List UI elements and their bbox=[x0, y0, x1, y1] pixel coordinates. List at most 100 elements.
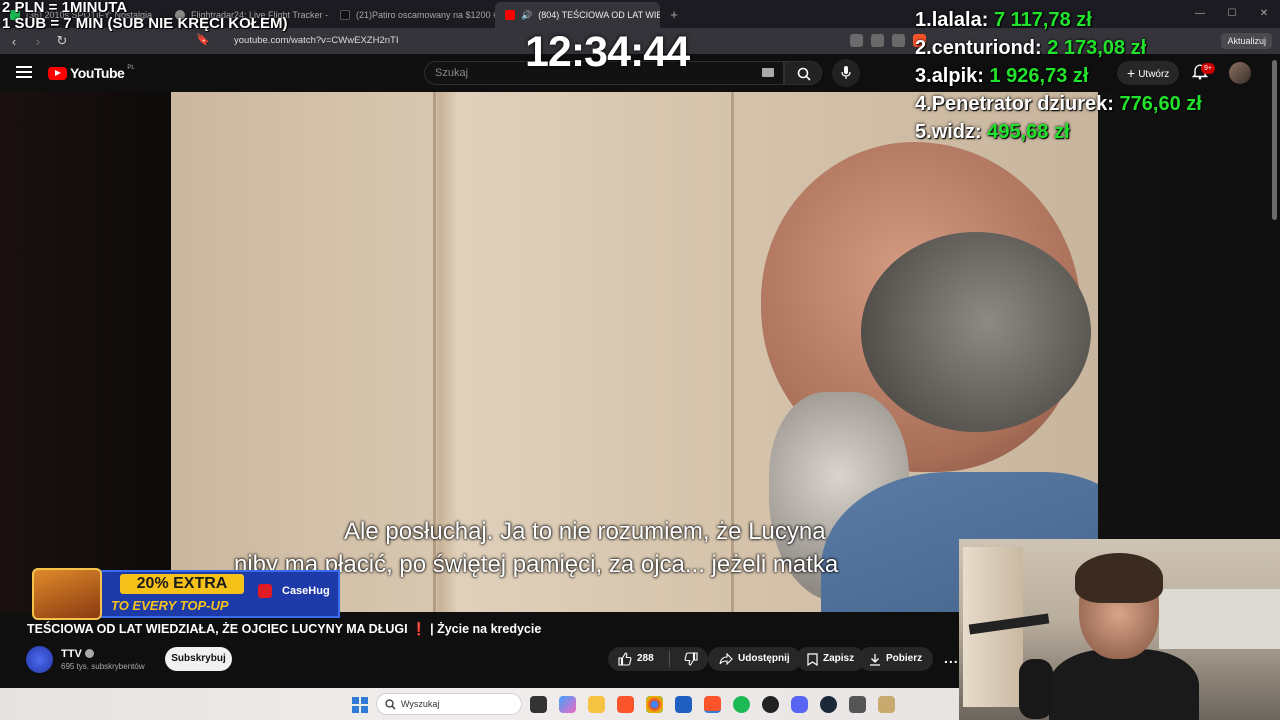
rank: 5. bbox=[915, 121, 932, 143]
donor-name: centuriond: bbox=[931, 37, 1042, 59]
speaker-icon: 🔊 bbox=[521, 9, 533, 20]
bookmark-icon[interactable]: 🔖 bbox=[196, 33, 210, 46]
verified-icon bbox=[84, 649, 94, 658]
youtube-logo-text: YouTube bbox=[70, 65, 125, 81]
donation-rate-overlay: 2 PLN = 1MINUTA 1 SUB = 7 MIN (SUB NIE K… bbox=[2, 0, 287, 32]
file-explorer-icon[interactable] bbox=[588, 696, 605, 713]
taskbar-apps bbox=[530, 696, 895, 713]
donor-name: lalala: bbox=[931, 9, 989, 31]
chrome-icon[interactable] bbox=[646, 696, 663, 713]
channel-name[interactable]: TTV bbox=[61, 648, 94, 660]
webcam-feed bbox=[959, 539, 1280, 720]
webcam-cabinet bbox=[1159, 589, 1280, 649]
leaderboard-row: 4.Penetrator dziurek: 776,60 zł bbox=[915, 90, 1202, 118]
avatar[interactable] bbox=[1229, 62, 1251, 84]
save-label: Zapisz bbox=[823, 653, 855, 664]
leaderboard-row: 5.widz: 495,68 zł bbox=[915, 118, 1202, 146]
tab-title: (804) TEŚCIOWA OD LAT WIE bbox=[538, 10, 660, 20]
subscribe-button[interactable]: Subskrybuj bbox=[165, 647, 232, 671]
video-title-text: TEŚCIOWA OD LAT WIEDZIAŁA, ŻE OJCIEC LUC… bbox=[27, 622, 408, 636]
channel-avatar[interactable] bbox=[26, 646, 53, 673]
thumbs-down-icon bbox=[684, 652, 698, 666]
donation-amount: 2 173,08 zł bbox=[1047, 37, 1147, 59]
promo-brand: CaseHug bbox=[282, 585, 330, 597]
browser-tab-active[interactable]: 🔊(804) TEŚCIOWA OD LAT WIE✕ bbox=[495, 2, 660, 28]
close-window-icon[interactable]: ✕ bbox=[1248, 0, 1280, 28]
brave-active-icon[interactable] bbox=[704, 696, 721, 713]
maximize-icon[interactable]: ☐ bbox=[1216, 0, 1248, 28]
promo-banner: 20% EXTRA TO EVERY TOP-UP CaseHug bbox=[30, 566, 342, 622]
microphone bbox=[1019, 659, 1053, 719]
windows-taskbar: Wyszukaj bbox=[0, 688, 959, 720]
store-icon[interactable] bbox=[675, 696, 692, 713]
steam-icon[interactable] bbox=[820, 696, 837, 713]
screen-icon[interactable] bbox=[850, 34, 863, 47]
task-view-icon[interactable] bbox=[530, 696, 547, 713]
rate-line-1: 2 PLN = 1MINUTA bbox=[2, 0, 128, 16]
treasure-chest-icon bbox=[32, 568, 102, 620]
share-label: Udostępnij bbox=[738, 653, 790, 664]
windows-start-icon[interactable] bbox=[352, 697, 368, 713]
back-icon[interactable]: ‹ bbox=[4, 34, 24, 49]
leaderboard-row: 1.lalala: 7 117,78 zł bbox=[915, 6, 1202, 34]
exclamation-icon: ❗ bbox=[411, 622, 427, 636]
discord-icon[interactable] bbox=[791, 696, 808, 713]
donation-amount: 776,60 zł bbox=[1119, 93, 1202, 115]
tab-title: (21)Patiro oscamowany na $1200 #pa bbox=[356, 10, 495, 20]
streamer-hair bbox=[1075, 553, 1163, 603]
youtube-logo[interactable]: YouTube PL bbox=[48, 65, 135, 81]
download-button[interactable]: Pobierz bbox=[858, 647, 934, 671]
promo-headline: 20% EXTRA bbox=[120, 574, 244, 594]
obs-icon[interactable] bbox=[762, 696, 779, 713]
subathon-timer: 12:34:44 bbox=[525, 28, 690, 76]
brand-name: CaseHug bbox=[282, 585, 330, 597]
like-dislike-group: 288 bbox=[608, 647, 708, 671]
rate-line-2: 1 SUB = 7 MIN (SUB NIE KRĘCI KOŁEM) bbox=[2, 15, 288, 32]
share-icon bbox=[719, 653, 733, 665]
rank: 3. bbox=[915, 65, 932, 87]
voice-search-button[interactable] bbox=[832, 59, 860, 87]
youtube-favicon-icon bbox=[505, 10, 515, 20]
taskbar-search[interactable]: Wyszukaj bbox=[376, 693, 522, 715]
new-tab-button[interactable]: + bbox=[660, 2, 688, 28]
taskbar-search-placeholder: Wyszukaj bbox=[401, 699, 440, 709]
promo-subline: TO EVERY TOP-UP bbox=[111, 598, 229, 613]
menu-icon[interactable] bbox=[16, 66, 32, 78]
forward-icon[interactable]: › bbox=[28, 34, 48, 49]
copilot-icon[interactable] bbox=[559, 696, 576, 713]
league-icon[interactable] bbox=[878, 696, 895, 713]
rank: 4. bbox=[915, 93, 932, 115]
search-button[interactable] bbox=[784, 61, 822, 85]
streamer-body bbox=[1049, 649, 1199, 720]
download-label: Pobierz bbox=[886, 653, 923, 664]
channel-name-text: TTV bbox=[61, 648, 82, 660]
subtitle-line-1: Ale posłuchaj. Ja to nie rozumiem, że Lu… bbox=[344, 518, 826, 545]
more-actions-icon[interactable]: ... bbox=[944, 650, 959, 666]
keyboard-icon[interactable] bbox=[762, 68, 774, 77]
like-button[interactable]: 288 bbox=[608, 647, 664, 671]
scrollbar-thumb[interactable] bbox=[1272, 60, 1277, 220]
donation-amount: 495,68 zł bbox=[987, 121, 1070, 143]
calculator-icon[interactable] bbox=[849, 696, 866, 713]
reload-icon[interactable]: ↻ bbox=[52, 33, 72, 49]
share-button[interactable]: Udostępnij bbox=[708, 647, 801, 671]
share-icon[interactable] bbox=[871, 34, 884, 47]
search-icon bbox=[385, 699, 396, 710]
rank: 2. bbox=[915, 37, 932, 59]
download-icon bbox=[870, 653, 880, 666]
dislike-button[interactable] bbox=[674, 647, 708, 671]
save-button[interactable]: Zapisz bbox=[796, 647, 866, 671]
save-icon bbox=[807, 652, 818, 666]
spotify-icon[interactable] bbox=[733, 696, 750, 713]
donor-name: Penetrator dziurek: bbox=[931, 93, 1114, 115]
leaderboard-row: 3.alpik: 1 926,73 zł bbox=[915, 62, 1202, 90]
browser-tab[interactable]: (21)Patiro oscamowany na $1200 #pa bbox=[330, 2, 495, 28]
zoom-icon[interactable] bbox=[892, 34, 905, 47]
rank: 1. bbox=[915, 9, 932, 31]
youtube-play-icon bbox=[48, 66, 67, 80]
update-button[interactable]: Aktualizuj bbox=[1221, 33, 1272, 49]
donation-leaderboard: 1.lalala: 7 117,78 zł 2.centuriond: 2 17… bbox=[915, 6, 1202, 146]
subscriber-count: 695 tys. subskrybentów bbox=[61, 662, 145, 671]
brave-icon[interactable] bbox=[617, 696, 634, 713]
video-title-suffix: | Życie na kredycie bbox=[426, 622, 542, 636]
